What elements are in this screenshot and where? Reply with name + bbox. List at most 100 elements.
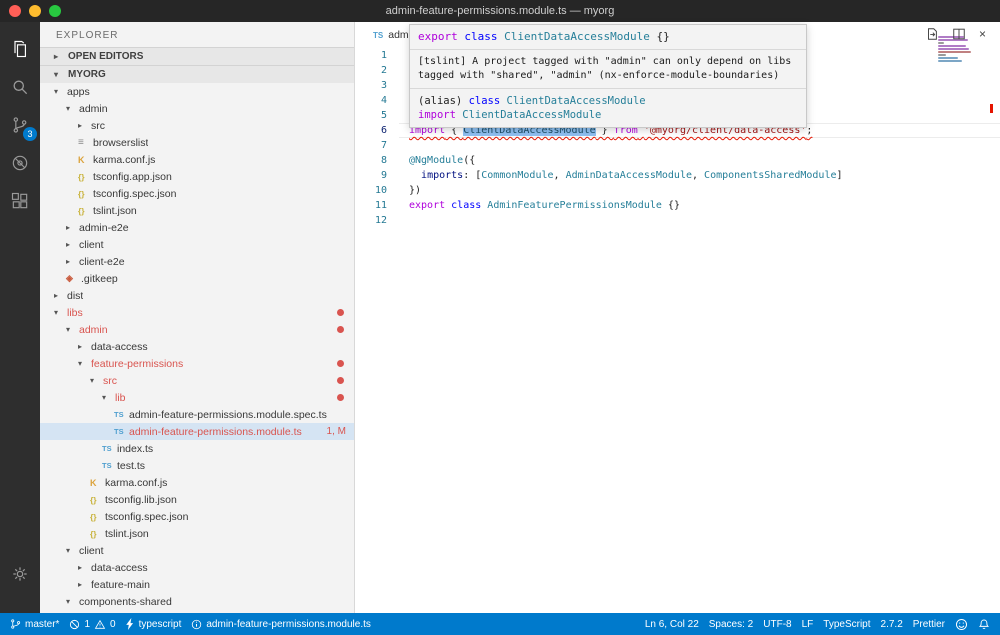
open-editors-label: OPEN EDITORS	[68, 51, 143, 62]
workspace-root-header[interactable]: ▾ MYORG	[40, 65, 354, 83]
hover-signature: export class ClientDataAccessModule {}	[410, 25, 806, 50]
tree-file-tslint.json[interactable]: {}tslint.json	[40, 202, 354, 219]
settings-gear-icon[interactable]	[0, 555, 40, 593]
tree-folder-data-access[interactable]: ▸data-access	[40, 338, 354, 355]
tree-folder-apps[interactable]: ▾apps	[40, 83, 354, 100]
search-icon[interactable]	[0, 68, 40, 106]
info-icon	[191, 619, 202, 630]
tree-folder-admin[interactable]: ▾admin	[40, 321, 354, 338]
formatter-status[interactable]: Prettier	[913, 619, 945, 630]
tree-item-label: libs	[67, 307, 83, 319]
tree-item-label: feature-permissions	[91, 358, 183, 370]
close-window-button[interactable]	[9, 5, 21, 17]
tree-item-label: test.ts	[117, 460, 145, 472]
eol-status[interactable]: LF	[802, 619, 814, 630]
editor-actions: ×	[925, 27, 986, 41]
modified-dot	[337, 326, 344, 333]
tree-file-admin-feature-permissions.module.ts[interactable]: TSadmin-feature-permissions.module.ts1, …	[40, 423, 354, 440]
tree-folder-src[interactable]: ▾src	[40, 372, 354, 389]
tree-file-.gitkeep[interactable]: ◈.gitkeep	[40, 270, 354, 287]
code-token: ({	[463, 155, 475, 166]
line-number: 5	[355, 108, 399, 123]
tree-file-admin-feature-permissions.module.spec.ts[interactable]: TSadmin-feature-permissions.module.spec.…	[40, 406, 354, 423]
active-file-label: admin-feature-permissions.module.ts	[206, 619, 371, 630]
code-editor[interactable]: 123456789101112 import { ClientDataAcces…	[355, 48, 1000, 613]
title-bar: admin-feature-permissions.module.ts — my…	[0, 0, 1000, 22]
tree-item-label: feature-main	[91, 579, 150, 591]
code-line	[399, 213, 1000, 228]
code-token: ComponentsSharedModule	[704, 170, 836, 181]
problems-badge: 1, M	[327, 426, 346, 437]
problems-status[interactable]: 1 0	[69, 619, 115, 630]
tree-item-label: karma.conf.js	[93, 154, 155, 166]
error-count: 1	[84, 619, 90, 630]
ts-file-icon: TS	[373, 31, 383, 40]
extensions-icon[interactable]	[0, 182, 40, 220]
split-editor-icon[interactable]	[952, 27, 966, 41]
tree-folder-data-access[interactable]: ▸data-access	[40, 559, 354, 576]
tree-folder-feature-main[interactable]: ▸feature-main	[40, 576, 354, 593]
line-number: 4	[355, 93, 399, 108]
feedback-smiley-icon[interactable]	[955, 618, 968, 631]
line-numbers: 123456789101112	[355, 48, 399, 613]
hover-alias: (alias) class ClientDataAccessModuleimpo…	[410, 89, 806, 127]
code-line: imports: [CommonModule, AdminDataAccessM…	[399, 168, 1000, 183]
tree-folder-src[interactable]: ▸src	[40, 117, 354, 134]
open-changes-icon[interactable]	[925, 27, 939, 41]
code-token: class	[469, 95, 501, 107]
tree-folder-dist[interactable]: ▸dist	[40, 287, 354, 304]
tree-folder-client[interactable]: ▾client	[40, 542, 354, 559]
tree-file-tsconfig.app.json[interactable]: {}tsconfig.app.json	[40, 168, 354, 185]
language-status[interactable]: TypeScript	[823, 619, 870, 630]
tree-file-tslint.json[interactable]: {}tslint.json	[40, 525, 354, 542]
tree-item-label: client	[79, 239, 104, 251]
tree-item-label: dist	[67, 290, 83, 302]
tree-file-index.ts[interactable]: TSindex.ts	[40, 440, 354, 457]
tree-file-karma.conf.js[interactable]: Kkarma.conf.js	[40, 474, 354, 491]
modified-dot	[337, 360, 344, 367]
tree-item-label: browserslist	[93, 137, 148, 149]
tree-item-label: src	[91, 120, 105, 132]
git-branch-status[interactable]: master*	[10, 618, 59, 630]
tree-folder-lib[interactable]: ▾lib	[40, 389, 354, 406]
cursor-position[interactable]: Ln 6, Col 22	[645, 619, 699, 630]
line-number: 6	[355, 123, 399, 138]
active-file-status[interactable]: admin-feature-permissions.module.ts	[191, 619, 371, 630]
tree-file-tsconfig.spec.json[interactable]: {}tsconfig.spec.json	[40, 508, 354, 525]
tree-file-tsconfig.spec.json[interactable]: {}tsconfig.spec.json	[40, 185, 354, 202]
minimize-window-button[interactable]	[29, 5, 41, 17]
tree-file-browserslist[interactable]: ≡browserslist	[40, 134, 354, 151]
line-number: 10	[355, 183, 399, 198]
tree-folder-src[interactable]: ▸src	[40, 610, 354, 613]
notifications-bell-icon[interactable]	[978, 618, 990, 631]
debug-icon[interactable]	[0, 144, 40, 182]
explorer-title: EXPLORER	[40, 22, 354, 47]
encoding-status[interactable]: UTF-8	[763, 619, 791, 630]
ts-file-icon: TS	[102, 444, 117, 453]
tree-folder-feature-permissions[interactable]: ▾feature-permissions	[40, 355, 354, 372]
tree-file-tsconfig.lib.json[interactable]: {}tsconfig.lib.json	[40, 491, 354, 508]
tree-file-karma.conf.js[interactable]: Kkarma.conf.js	[40, 151, 354, 168]
branch-label: master*	[25, 619, 59, 630]
ts-version-status[interactable]: 2.7.2	[881, 619, 903, 630]
chevron-expanded-icon: ▾	[66, 597, 79, 606]
code-line-content: export class AdminFeaturePermissionsModu…	[409, 200, 680, 211]
explorer-icon[interactable]	[0, 30, 40, 68]
tree-folder-admin-e2e[interactable]: ▸admin-e2e	[40, 219, 354, 236]
typescript-status[interactable]: typescript	[126, 618, 182, 630]
tree-folder-admin[interactable]: ▾admin	[40, 100, 354, 117]
close-editor-icon[interactable]: ×	[979, 27, 986, 41]
zoom-window-button[interactable]	[49, 5, 61, 17]
scm-badge: 3	[23, 127, 37, 141]
tree-folder-client-e2e[interactable]: ▸client-e2e	[40, 253, 354, 270]
line-number: 11	[355, 198, 399, 213]
tree-item-label: admin-feature-permissions.module.ts	[129, 426, 302, 438]
tree-file-test.ts[interactable]: TStest.ts	[40, 457, 354, 474]
source-control-icon[interactable]: 3	[0, 106, 40, 144]
tree-folder-components-shared[interactable]: ▾components-shared	[40, 593, 354, 610]
open-editors-header[interactable]: ▸ OPEN EDITORS	[40, 47, 354, 65]
tree-folder-libs[interactable]: ▾libs	[40, 304, 354, 321]
indentation-status[interactable]: Spaces: 2	[709, 619, 753, 630]
tree-folder-client[interactable]: ▸client	[40, 236, 354, 253]
chevron-expanded-icon: ▾	[66, 325, 79, 334]
